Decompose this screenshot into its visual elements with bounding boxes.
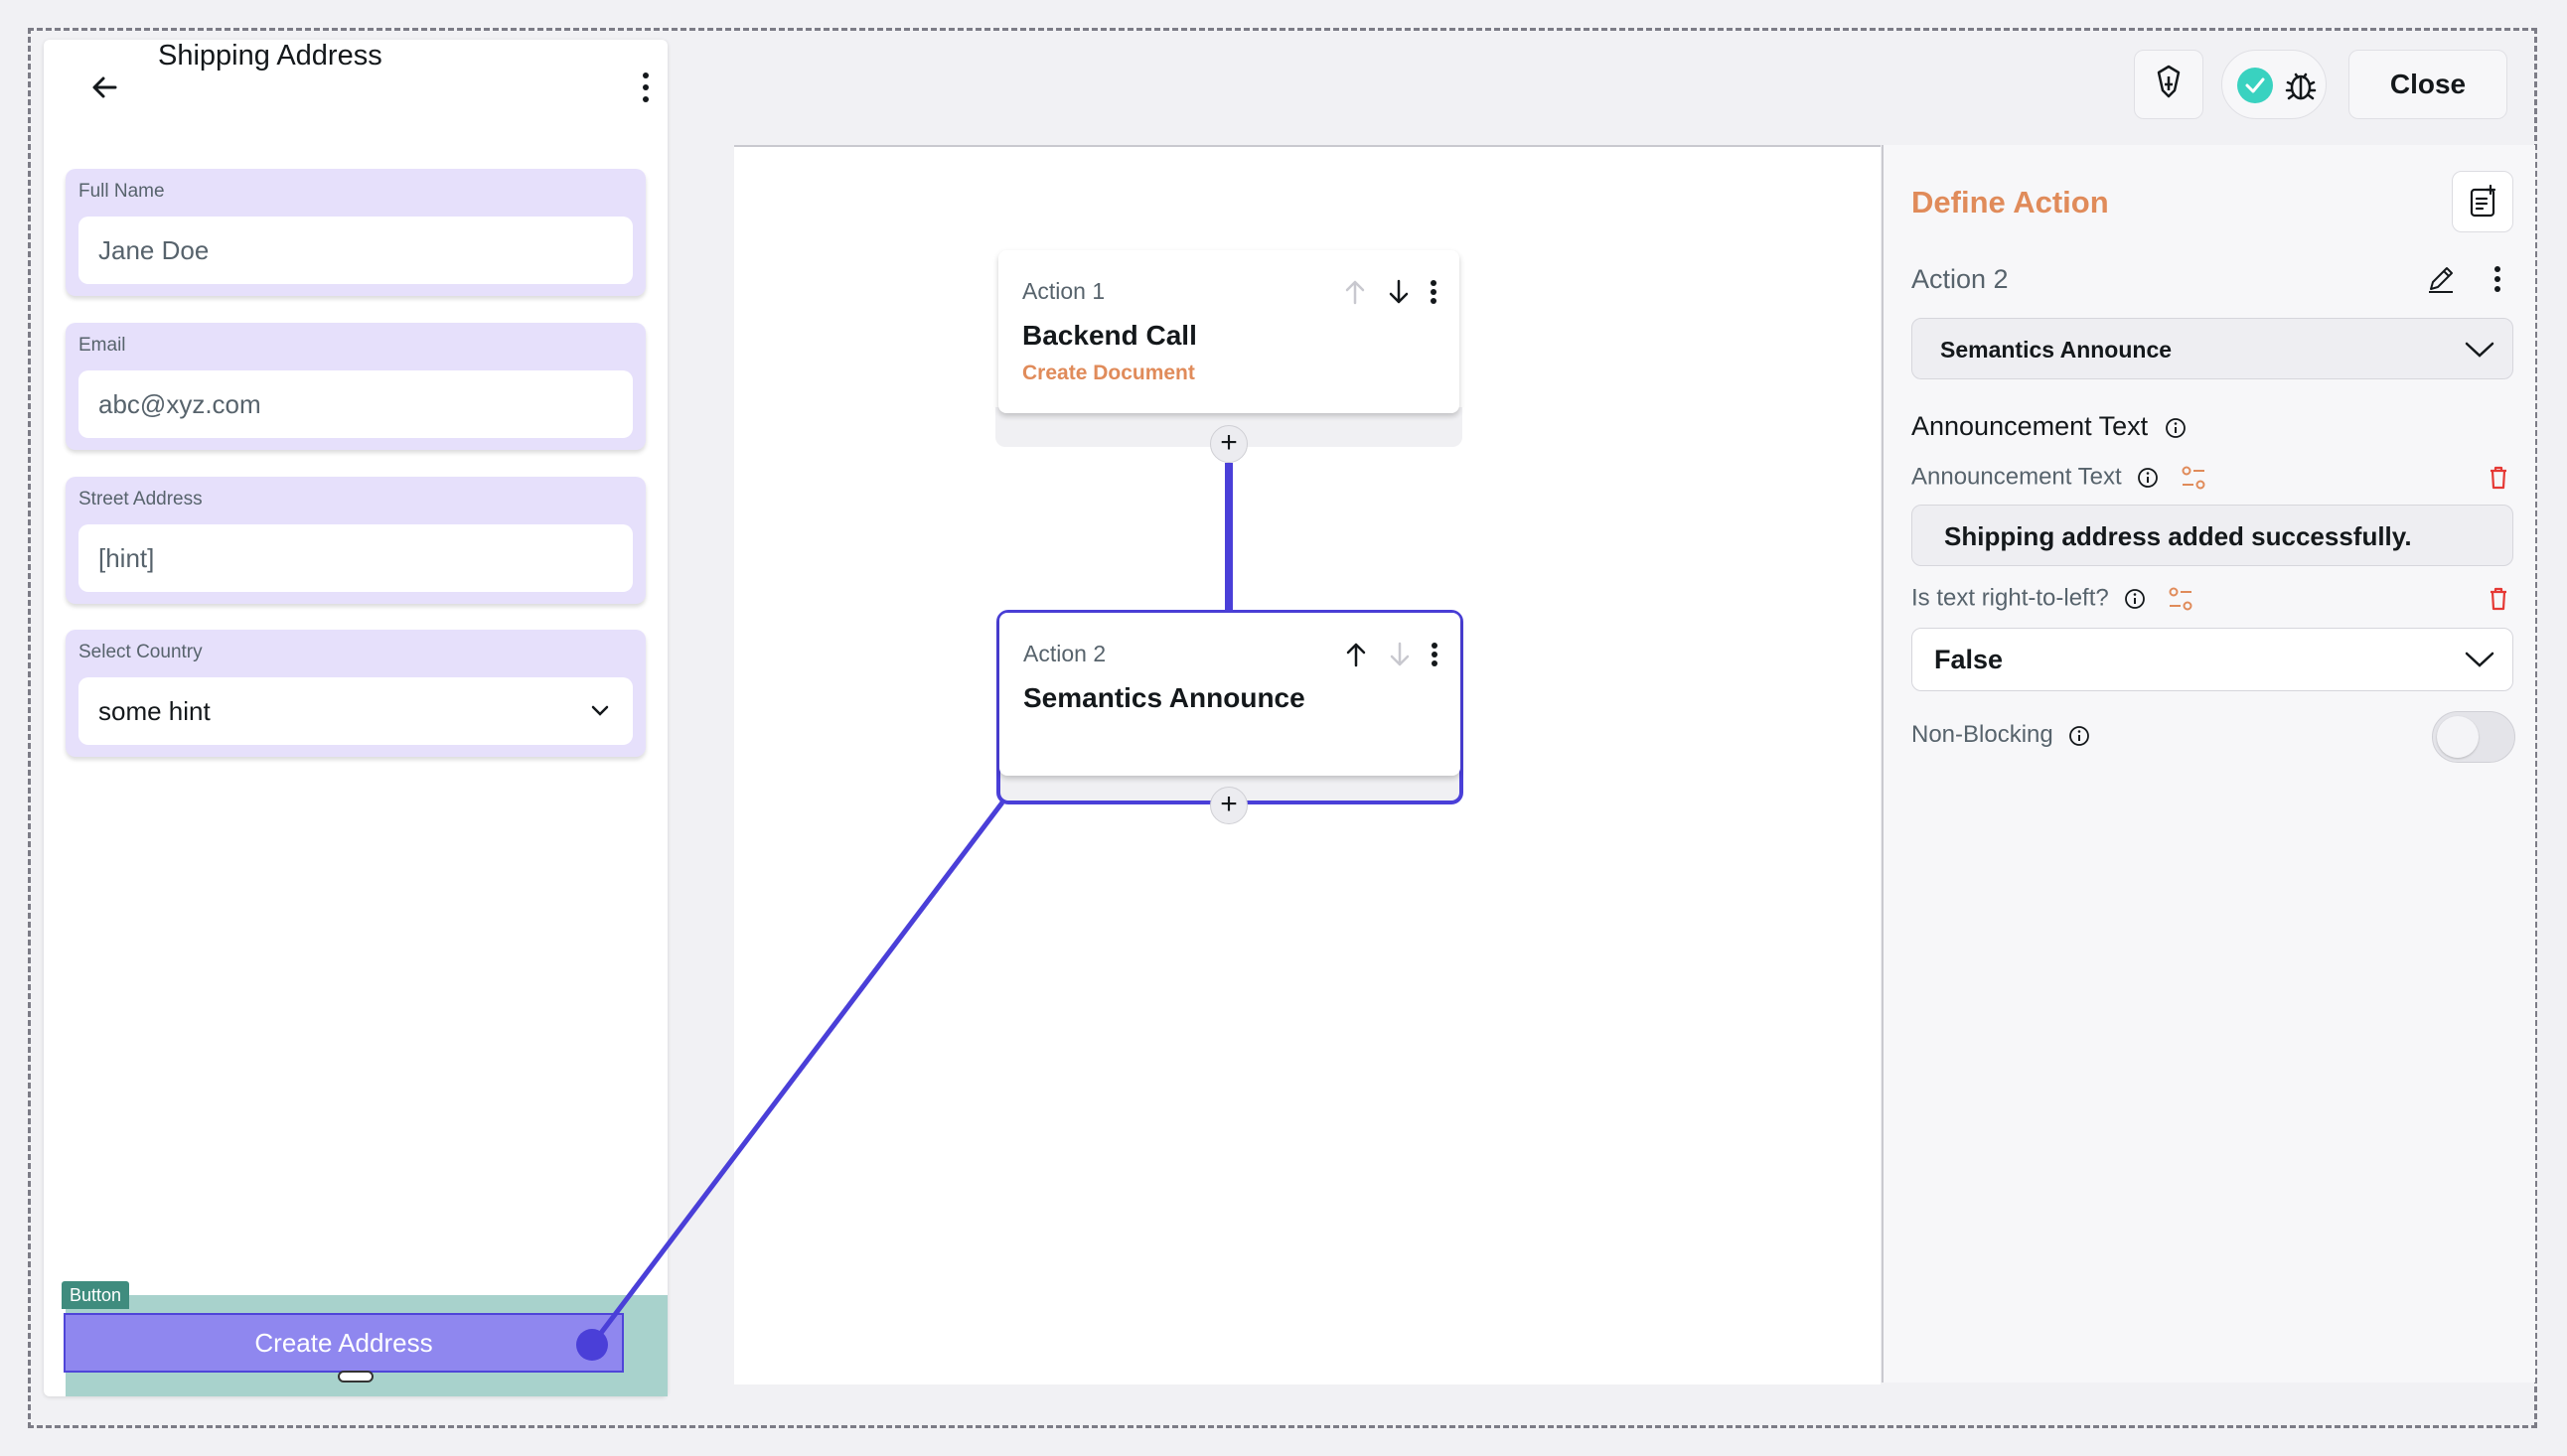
action-title: Backend Call	[1022, 320, 1197, 351]
field-value: Jane Doe	[98, 235, 210, 265]
select-tool-button[interactable]	[2134, 50, 2203, 119]
delete-icon[interactable]	[2488, 465, 2509, 491]
variable-settings-icon[interactable]	[2166, 584, 2195, 614]
select-country-field: Select Country some hint	[66, 630, 646, 757]
chevron-down-icon	[591, 705, 609, 716]
email-input[interactable]: abc@xyz.com	[78, 370, 633, 438]
field-label: Email	[78, 335, 126, 356]
arrow-up-icon[interactable]	[1341, 640, 1371, 669]
edit-icon[interactable]	[2424, 262, 2458, 296]
field-label: Street Address	[78, 489, 203, 510]
check-circle-icon[interactable]	[2236, 67, 2274, 104]
street-address-input[interactable]: [hint]	[78, 524, 633, 592]
widget-type-tag: Button	[62, 1281, 130, 1309]
info-icon[interactable]	[2164, 416, 2188, 440]
rtl-label: Is text right-to-left?	[1911, 584, 2195, 614]
chevron-down-icon	[2465, 342, 2494, 358]
arrow-down-icon[interactable]	[1384, 277, 1414, 307]
resize-handle[interactable]	[338, 1371, 374, 1383]
more-vert-icon[interactable]	[1428, 277, 1439, 307]
full-name-field: Full Name Jane Doe	[66, 169, 646, 296]
action-subtitle: Create Document	[1022, 362, 1195, 384]
info-icon[interactable]	[2136, 466, 2160, 490]
pointer-icon	[2157, 65, 2181, 98]
action-card-2[interactable]: Action 2 Semantics Announce	[999, 613, 1460, 776]
non-blocking-label: Non-Blocking	[1911, 721, 2091, 749]
close-button[interactable]: Close	[2348, 50, 2507, 119]
action-card-1[interactable]: Action 1 Backend Call Create Document	[998, 250, 1459, 413]
arrow-up-icon[interactable]	[1340, 277, 1370, 307]
phone-preview: Shipping Address Full Name Jane Doe Emai…	[44, 40, 668, 1396]
panel-title: Define Action	[1911, 185, 2109, 219]
announcement-text-label: Announcement Text	[1911, 463, 2208, 493]
delete-icon[interactable]	[2488, 586, 2509, 612]
street-address-field: Street Address [hint]	[66, 477, 646, 604]
bug-icon[interactable]	[2282, 67, 2320, 104]
section-title: Announcement Text	[1911, 411, 2188, 442]
non-blocking-toggle[interactable]	[2432, 711, 2515, 763]
full-name-input[interactable]: Jane Doe	[78, 217, 633, 284]
field-value: abc@xyz.com	[98, 389, 261, 419]
info-icon[interactable]	[2067, 724, 2091, 748]
field-value: [hint]	[98, 543, 155, 573]
country-dropdown[interactable]: some hint	[78, 677, 633, 745]
email-field: Email abc@xyz.com	[66, 323, 646, 450]
announcement-text-value: Shipping address added successfully.	[1944, 521, 2412, 551]
add-note-button[interactable]	[2452, 171, 2513, 232]
field-label: Full Name	[78, 181, 165, 202]
action-type-value: Semantics Announce	[1940, 337, 2173, 363]
field-label: Select Country	[78, 642, 203, 662]
app-bar: Shipping Address	[44, 40, 668, 131]
announcement-text-input[interactable]: Shipping address added successfully.	[1911, 505, 2513, 566]
note-add-icon	[2470, 184, 2496, 218]
rtl-dropdown[interactable]: False	[1911, 628, 2513, 691]
rtl-value: False	[1934, 645, 2004, 674]
more-vert-icon[interactable]	[1429, 640, 1440, 669]
action-label: Action 1	[1022, 278, 1106, 304]
action-name: Action 2	[1911, 264, 2009, 294]
add-action-button[interactable]: +	[1210, 425, 1248, 463]
define-action-panel: Define Action Action 2 Semantics Announc…	[1882, 145, 2535, 1383]
create-address-button[interactable]: Create Address	[64, 1313, 624, 1373]
arrow-down-icon[interactable]	[1385, 640, 1415, 669]
more-vert-icon[interactable]	[2492, 262, 2503, 296]
info-icon[interactable]	[2123, 587, 2147, 611]
add-action-button[interactable]: +	[1210, 787, 1248, 824]
status-debug-group	[2221, 50, 2327, 119]
toggle-knob	[2437, 716, 2479, 758]
more-vert-icon[interactable]	[634, 66, 658, 109]
arrow-left-icon[interactable]	[81, 64, 129, 111]
field-value: some hint	[98, 696, 211, 726]
action-type-dropdown[interactable]: Semantics Announce	[1911, 318, 2513, 379]
action-title: Semantics Announce	[1023, 682, 1305, 713]
action-label: Action 2	[1023, 641, 1107, 666]
chevron-down-icon	[2465, 652, 2494, 667]
variable-settings-icon[interactable]	[2179, 463, 2208, 493]
